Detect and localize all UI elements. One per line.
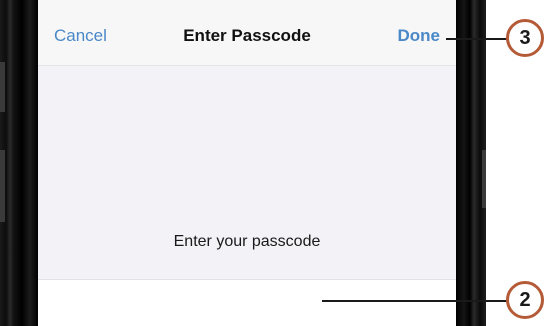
screenshot-stage: Cancel Enter Passcode Done Enter your pa…: [0, 0, 551, 326]
navigation-bar: Cancel Enter Passcode Done: [38, 0, 456, 66]
callout-badge-done: 3: [506, 19, 544, 57]
passcode-prompt: Enter your passcode: [173, 233, 321, 250]
phone-screen: Cancel Enter Passcode Done Enter your pa…: [38, 0, 456, 326]
callout-leader-line: [322, 300, 507, 302]
phone-bezel-right: [456, 0, 486, 326]
callout-badge-field: 2: [506, 281, 544, 319]
callout-leader-line: [446, 38, 507, 40]
side-button: [482, 150, 486, 208]
side-button: [0, 62, 5, 112]
done-button[interactable]: Done: [398, 26, 441, 46]
side-button: [0, 150, 5, 222]
page-title: Enter Passcode: [183, 26, 311, 45]
passcode-field[interactable]: [38, 279, 456, 326]
phone-bezel-left: [0, 0, 38, 326]
